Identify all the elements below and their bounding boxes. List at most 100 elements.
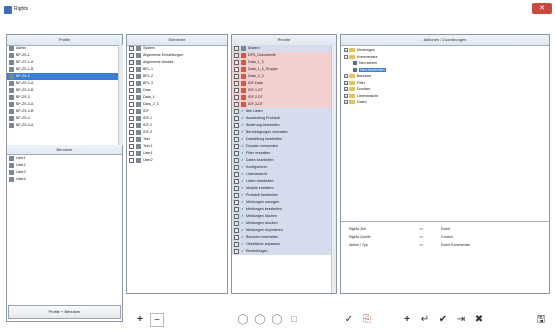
profile-item[interactable]: BP-ZS-1-B xyxy=(7,66,118,73)
users-list[interactable]: User1 User2 User3 User4 xyxy=(7,155,122,295)
tree-node[interactable]: + Daten xyxy=(341,99,549,106)
checkbox[interactable] xyxy=(234,241,239,247)
checkbox[interactable] xyxy=(234,234,239,240)
circle-icon-1[interactable]: ◯ xyxy=(236,313,250,327)
checkbox[interactable] xyxy=(234,66,239,72)
profile-item[interactable]: BP-ZS-1-A xyxy=(7,59,118,66)
element-item[interactable]: BPL-2 xyxy=(127,73,227,80)
element-item[interactable]: IDF xyxy=(127,108,227,115)
profile-item[interactable]: BP-ZS-2 xyxy=(7,73,118,80)
checkbox[interactable] xyxy=(234,248,239,254)
profile-item[interactable]: BP-ZS-4 xyxy=(7,115,118,122)
expand-icon[interactable]: + xyxy=(344,48,348,53)
checkbox[interactable] xyxy=(234,87,239,93)
element-item[interactable]: BPL-3 xyxy=(127,80,227,87)
checkbox[interactable] xyxy=(234,115,239,121)
mapping-row[interactable]: Rights Ziel => Event xyxy=(341,225,549,233)
add-icon[interactable]: + xyxy=(133,313,147,327)
right-item[interactable]: ✓ Darstellung bearbeiten xyxy=(232,136,331,143)
right-item[interactable]: ✓ Listen bearbeiten xyxy=(232,178,331,185)
checkbox[interactable] xyxy=(234,129,239,135)
element-item[interactable]: IDF-1 xyxy=(127,115,227,122)
checkbox[interactable] xyxy=(234,59,239,65)
element-item[interactable]: Test-1 xyxy=(127,143,227,150)
checkbox[interactable] xyxy=(129,115,134,121)
mapping-row[interactable]: Rights Quelle => Control xyxy=(341,233,549,241)
checkbox[interactable] xyxy=(129,136,134,142)
right-item[interactable]: ✓ Berechtigungen verwalten xyxy=(232,129,331,136)
checkbox[interactable] xyxy=(129,59,134,65)
checkbox[interactable] xyxy=(234,185,239,191)
profiles-list[interactable]: Admin BP-ZS-1 BP-ZS-1-A BP-ZS-1-B BP-ZS-2 BP-… xyxy=(7,45,118,145)
element-item[interactable]: Test xyxy=(127,136,227,143)
checkbox[interactable] xyxy=(234,206,239,212)
checkbox[interactable] xyxy=(234,192,239,198)
checkbox[interactable] xyxy=(234,108,239,114)
checkbox[interactable] xyxy=(234,73,239,79)
profile-item[interactable]: BP-ZS-3 xyxy=(7,94,118,101)
checkbox[interactable] xyxy=(129,157,134,163)
right-item[interactable]: DPS_Dokumente xyxy=(232,52,331,59)
profile-item[interactable]: Admin xyxy=(7,45,118,52)
right-item[interactable]: ✓ Filter verwalten xyxy=(232,150,331,157)
profile-item[interactable]: BP-ZS-2-A xyxy=(7,80,118,87)
user-item[interactable]: User1 xyxy=(7,155,122,162)
element-item[interactable]: Data xyxy=(127,87,227,94)
checkbox[interactable] xyxy=(234,227,239,233)
square-icon[interactable]: □ xyxy=(287,313,301,327)
right-item[interactable]: ✓ Drucken verwenden xyxy=(232,143,331,150)
element-item[interactable]: User2 xyxy=(127,157,227,164)
mapping-grid[interactable]: Rights Ziel => Event Rights Quelle => Control… xyxy=(341,225,549,255)
right-item[interactable]: ✓ Meldungen exportieren xyxy=(232,227,331,234)
right-item[interactable]: ✓ Konfigurieren xyxy=(232,164,331,171)
right-item[interactable]: ✓ Meldungen bearbeiten xyxy=(232,206,331,213)
element-item[interactable]: Data_2_3 xyxy=(127,101,227,108)
right-item[interactable]: IDF-1-DT xyxy=(232,87,331,94)
profiles-scrollbar[interactable] xyxy=(118,45,123,145)
profile-item[interactable]: BP-ZS-3-A xyxy=(7,101,118,108)
element-item[interactable]: System xyxy=(127,45,227,52)
checkbox[interactable] xyxy=(129,52,134,58)
checkbox[interactable] xyxy=(129,94,134,100)
right-item[interactable]: ✓ Änderung bearbeiten xyxy=(232,122,331,129)
right-item[interactable]: Data_1_4_Gruppe xyxy=(232,66,331,73)
remove-icon[interactable]: − xyxy=(150,313,164,327)
checkbox[interactable] xyxy=(234,150,239,156)
circle-icon-2[interactable]: ◯ xyxy=(253,313,267,327)
element-item[interactable]: User1 xyxy=(127,150,227,157)
right-item[interactable]: ✓ Meldungen anzeigen xyxy=(232,199,331,206)
expand-icon[interactable]: + xyxy=(344,93,348,98)
return-icon[interactable]: ↵ xyxy=(418,313,432,327)
right-item[interactable]: IDF-3-DT xyxy=(232,101,331,108)
checkbox[interactable] xyxy=(234,45,239,51)
delete-icon[interactable]: ✖ xyxy=(472,313,486,327)
rights-list[interactable]: Ändern DPS_Dokumente Data_1_3 Data_1_4_Grup… xyxy=(232,45,331,293)
right-item[interactable]: Ändern xyxy=(232,45,331,52)
checkbox[interactable] xyxy=(234,157,239,163)
right-item[interactable]: ✓ Auswertung Protokoll xyxy=(232,115,331,122)
checkbox[interactable] xyxy=(234,164,239,170)
element-item[interactable]: Allgemeine Ansicht xyxy=(127,59,227,66)
element-item[interactable]: BPL-1 xyxy=(127,66,227,73)
right-item[interactable]: ✓ Meldungen löschen xyxy=(232,213,331,220)
mapping-row[interactable]: Aktion / Typ => Event Kommentar xyxy=(341,241,549,250)
collapse-icon[interactable]: - xyxy=(344,54,348,59)
right-item[interactable]: ✓ Oberfläche anpassen xyxy=(232,241,331,248)
profile-item[interactable]: BP-ZS-2-B xyxy=(7,87,118,94)
element-item[interactable]: Data_1 xyxy=(127,94,227,101)
rights-scrollbar[interactable] xyxy=(331,45,336,293)
actions-tree[interactable]: + Meldungen - Kommentare Neu setzen Neu bearb… xyxy=(341,47,549,197)
checkbox[interactable] xyxy=(129,45,134,51)
checkbox[interactable] xyxy=(234,52,239,58)
checkbox[interactable] xyxy=(129,108,134,114)
expand-icon[interactable]: + xyxy=(344,87,348,92)
right-item[interactable]: ✓ Meldungen drucken xyxy=(232,220,331,227)
checkbox[interactable] xyxy=(234,80,239,86)
right-item[interactable]: ✓ Protokoll bearbeiten xyxy=(232,192,331,199)
close-button[interactable]: ✕ xyxy=(532,3,552,14)
checkbox[interactable] xyxy=(234,94,239,100)
right-item[interactable]: IDF-Data xyxy=(232,80,331,87)
copy-icon[interactable]: ⎘ xyxy=(360,313,374,327)
checkbox[interactable] xyxy=(129,143,134,149)
profiles-users-button[interactable]: Profile + Benutzer xyxy=(8,305,121,319)
